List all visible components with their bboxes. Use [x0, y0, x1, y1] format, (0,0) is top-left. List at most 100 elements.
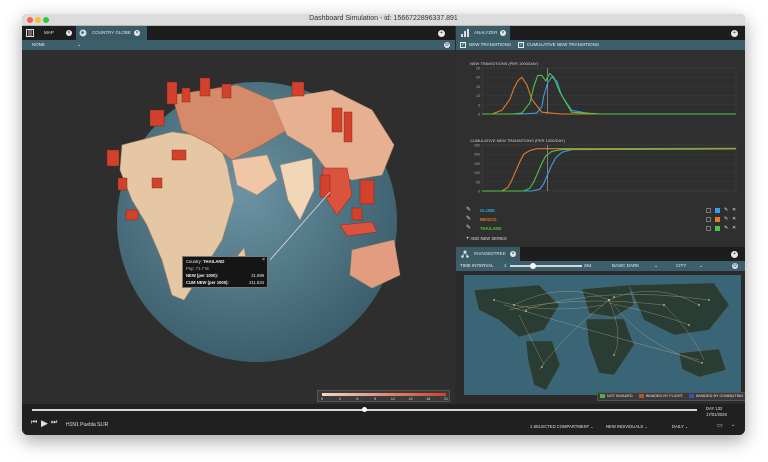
individuals-dropdown[interactable]: NEW INDIVIDUALS ⌄: [606, 424, 648, 429]
color-scale-tick: 6: [356, 397, 359, 401]
series-name: MEXICO: [480, 217, 497, 222]
frequency-dropdown[interactable]: DAILY ⌄: [672, 424, 688, 429]
color-scale-bar: [322, 393, 446, 396]
add-series-label: ADD NEW SERIES: [470, 236, 507, 241]
series-pencil-icon[interactable]: ✎: [724, 206, 728, 215]
checkbox-new-transitions[interactable]: ✓: [460, 42, 466, 48]
theme-chevron-down-icon[interactable]: ⌄: [654, 261, 658, 271]
globe-toolbar: NONE ⌄ ⚙: [22, 40, 455, 50]
chart-cumulative-transitions[interactable]: 250 200 150 100 50 0: [462, 143, 742, 199]
tooltip-cum-value: 211.534: [249, 280, 264, 285]
add-series-button[interactable]: + ADD NEW SERIES: [466, 236, 507, 242]
tab-invadedtree-close-icon[interactable]: ×: [510, 251, 516, 257]
chart1-ytick: 20: [476, 76, 480, 80]
tab-invadedtree-label: INVADEDTREE: [474, 251, 506, 256]
bar-chart-icon: [461, 29, 469, 37]
series-pencil-icon[interactable]: ✎: [724, 224, 728, 233]
frequency-chevron-down-icon: ⌄: [684, 424, 689, 429]
map-icon[interactable]: [26, 29, 34, 37]
series-visible-checkbox[interactable]: [706, 226, 711, 231]
chevron-down-icon[interactable]: ⌄: [77, 40, 81, 50]
series-edit-icon[interactable]: ✎: [466, 224, 471, 233]
series-list: ✎ GLOBE ✎ ✕ ✎ MEXICO ✎ ✕ ✎ THAILAND ✎ ✕: [466, 206, 741, 233]
timeline-handle[interactable]: [362, 407, 367, 412]
tooltip-pop: Pop: 71.7 M: [186, 266, 209, 271]
series-delete-icon[interactable]: ✕: [732, 206, 736, 215]
right-tab-bar: ANALYZER × +: [456, 26, 745, 40]
tab-country-globe-close-icon[interactable]: ×: [134, 30, 140, 36]
chart2-ytick: 150: [474, 162, 480, 166]
series-row: ✎ THAILAND ✎ ✕: [466, 224, 741, 233]
series-delete-icon[interactable]: ✕: [732, 224, 736, 233]
level-select[interactable]: CITY: [676, 261, 686, 271]
analyzer-panel: NEW TRANSITIONS (PER 1000/DAY) 25 20 15 10 5…: [456, 50, 745, 247]
chart1-ytick: 15: [476, 85, 480, 89]
compartment-chevron-down-icon: ⌄: [590, 424, 594, 429]
color-scale: 0 3 6 9 12 15 18 21: [317, 390, 450, 402]
invaded-legend-label: INVADED BY FLIGHT: [645, 394, 683, 398]
plus-icon: +: [466, 236, 470, 242]
compartment-dropdown[interactable]: 1 SELECTED COMPARTMENT ⌄: [530, 424, 594, 429]
play-icon[interactable]: ▶: [41, 418, 48, 429]
level-chevron-down-icon[interactable]: ⌄: [699, 261, 703, 271]
scenario-name: H1N1 Puebla SLIR: [66, 422, 109, 428]
series-color-swatch[interactable]: [715, 226, 720, 231]
country-globe[interactable]: [22, 50, 455, 404]
layout-chevron-down-icon[interactable]: ⌄: [731, 422, 735, 428]
invaded-gear-icon[interactable]: ⚙: [732, 263, 738, 269]
series-color-swatch[interactable]: [715, 208, 720, 213]
theme-select[interactable]: BASIC DARK: [612, 261, 639, 271]
tab-map-close-icon[interactable]: ×: [66, 30, 72, 36]
invaded-tab-bar: INVADEDTREE × +: [456, 247, 745, 261]
individuals-chevron-down-icon: ⌄: [644, 424, 648, 429]
tab-country-globe-label: COUNTRY GLOBE: [92, 30, 131, 35]
series-name: THAILAND: [480, 226, 502, 231]
tooltip-close-icon[interactable]: ×: [262, 257, 265, 264]
globe-panel: Country: THAILAND Pop: 71.7 M NEW (per 1…: [22, 50, 455, 404]
series-edit-icon[interactable]: ✎: [466, 215, 471, 224]
compartment-select[interactable]: NONE: [32, 40, 45, 50]
country-tooltip: Country: THAILAND Pop: 71.7 M NEW (per 1…: [182, 256, 268, 288]
invaded-toolbar: TIME INTERVAL 1 264 BASIC DARK ⌄ CITY ⌄ …: [456, 261, 745, 271]
invaded-legend-label: INVADED BY COMMUTING: [695, 394, 744, 398]
invaded-world-map[interactable]: [464, 275, 741, 395]
checkbox-cumulative[interactable]: ✓: [518, 42, 524, 48]
chart1-ytick: 5: [478, 103, 480, 107]
time-slider-handle[interactable]: [530, 263, 536, 269]
color-scale-ticks: 0 3 6 9 12 15 18 21: [321, 397, 448, 402]
time-slider-track[interactable]: [510, 265, 582, 267]
skip-back-icon[interactable]: ⏮: [31, 419, 37, 427]
compartment-dropdown-label: 1 SELECTED COMPARTMENT: [530, 424, 590, 429]
invaded-add-tab-icon[interactable]: +: [731, 251, 738, 258]
color-scale-tick: 15: [408, 397, 413, 401]
series-color-swatch[interactable]: [715, 217, 720, 222]
tree-icon: [461, 250, 469, 258]
series-visible-checkbox[interactable]: [706, 217, 711, 222]
series-delete-icon[interactable]: ✕: [732, 215, 736, 224]
invaded-legend: NOT INVADED INVADED BY FLIGHT INVADED BY C…: [597, 392, 745, 401]
tooltip-new-row: NEW (per 1000): 21.599: [186, 272, 264, 279]
tab-analyzer-label: ANALYZER: [474, 30, 498, 35]
series-name: GLOBE: [480, 208, 495, 213]
series-edit-icon[interactable]: ✎: [466, 206, 471, 215]
chart1-ytick: 0: [478, 113, 480, 117]
invaded-legend-label: NOT INVADED: [607, 394, 633, 398]
checkbox-cumulative-label: CUMULATIVE NEW TRANSITIONS: [527, 42, 599, 47]
color-scale-tick: 3: [338, 397, 341, 401]
invaded-legend-swatch: [688, 394, 694, 398]
chart2-ytick: 100: [474, 171, 480, 175]
chart-new-transitions[interactable]: 25 20 15 10 5 0: [462, 66, 742, 122]
left-add-tab-icon[interactable]: +: [438, 30, 445, 37]
tab-map-label: MAP: [44, 30, 54, 35]
skip-forward-icon[interactable]: ⏭: [51, 419, 57, 427]
gear-icon[interactable]: ⚙: [444, 42, 450, 48]
window-title: Dashboard Simulation - id: 1566722896337…: [309, 15, 458, 22]
analyzer-toolbar: ✓ NEW TRANSITIONS ✓ CUMULATIVE NEW TRANS…: [456, 40, 745, 50]
layout-icon[interactable]: ▭: [717, 422, 723, 429]
series-visible-checkbox[interactable]: [706, 208, 711, 213]
color-scale-tick: 12: [390, 397, 395, 401]
right-add-tab-icon[interactable]: +: [731, 30, 738, 37]
chart1-plot-area: [481, 67, 737, 115]
tab-analyzer-close-icon[interactable]: ×: [500, 30, 506, 36]
series-pencil-icon[interactable]: ✎: [724, 215, 728, 224]
